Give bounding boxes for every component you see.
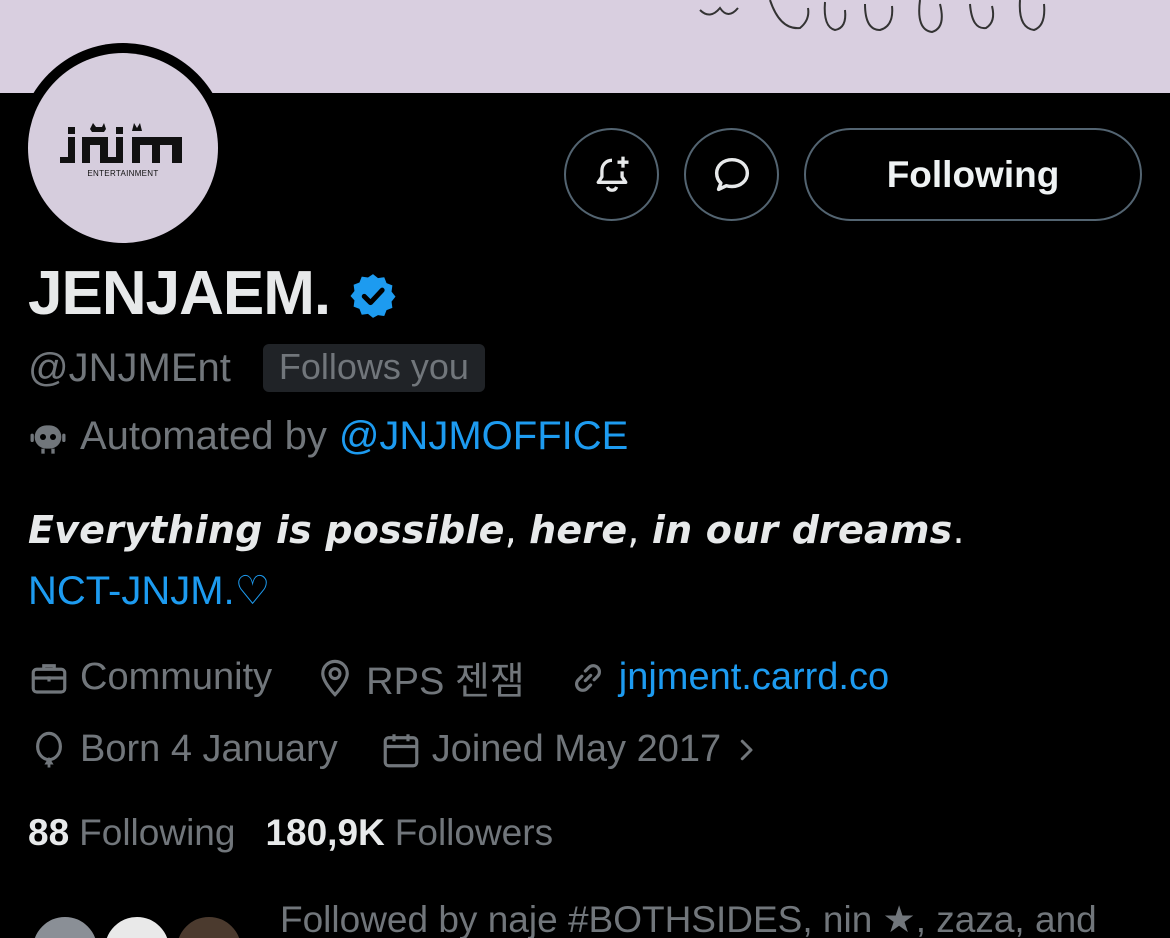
following-count: 88 xyxy=(28,812,70,853)
avatar-ring: ENTERTAINMENT xyxy=(18,43,228,253)
robot-icon xyxy=(30,424,66,454)
location-pin-icon xyxy=(321,659,349,697)
verified-badge-icon[interactable] xyxy=(348,271,398,321)
website-link[interactable]: jnjment.carrd.co xyxy=(619,656,889,699)
briefcase-icon xyxy=(31,663,67,694)
chevron-right-icon xyxy=(740,739,753,760)
joined-label: Joined May 2017 xyxy=(431,728,722,770)
message-button[interactable] xyxy=(684,128,779,221)
message-icon xyxy=(714,157,749,191)
bio-part-3: in our dreams xyxy=(651,508,953,552)
automated-prefix: Automated by xyxy=(80,414,327,458)
bell-plus-icon xyxy=(596,156,628,192)
handle: @JNJMEnt xyxy=(28,345,231,390)
bio-text: Everything is possible, here, in our dre… xyxy=(28,508,965,552)
followers-label: Followers xyxy=(394,812,554,853)
followed-by-text: Followed by naje #BOTHSIDES, nin ★, zaza… xyxy=(280,899,1097,938)
bio-link[interactable]: NCT-JNJM.♡ xyxy=(28,568,271,614)
avatar[interactable]: ENTERTAINMENT xyxy=(28,53,218,243)
location-item: RPS 젠잼 xyxy=(314,650,525,705)
mutual-avatar xyxy=(30,914,100,938)
automated-label-row: Automated by @JNJMOFFICE xyxy=(28,414,628,459)
category-item: Community xyxy=(28,656,272,699)
follow-stats: 88 Following 180,9K Followers xyxy=(28,812,583,854)
following-label: Following xyxy=(79,812,236,853)
banner-sketch-illustration xyxy=(699,0,1046,34)
bio-sep-3: . xyxy=(952,508,965,552)
location-label: RPS 젠잼 xyxy=(366,661,525,703)
following-stat[interactable]: 88 Following xyxy=(28,812,235,854)
followers-stat[interactable]: 180,9K Followers xyxy=(265,812,553,854)
joined-item[interactable]: Joined May 2017 xyxy=(380,728,771,771)
automated-by-link[interactable]: @JNJMOFFICE xyxy=(339,414,628,459)
mutual-avatar xyxy=(174,914,244,938)
balloon-icon xyxy=(36,731,62,767)
followed-by-row[interactable]: Followed by naje #BOTHSIDES, nin ★, zaza… xyxy=(30,892,1170,938)
link-icon xyxy=(574,663,601,692)
profile-meta-row-1: Community RPS 젠잼 jnjment.carrd.co xyxy=(28,650,931,705)
calendar-icon xyxy=(383,733,419,767)
followers-count: 180,9K xyxy=(265,812,385,853)
mutual-avatar xyxy=(102,914,172,938)
profile-meta-row-2: Born 4 January Joined May 2017 xyxy=(28,728,813,771)
website-item[interactable]: jnjment.carrd.co xyxy=(567,656,889,699)
bio-sep-1: , xyxy=(504,508,530,552)
category-label: Community xyxy=(80,656,273,698)
follows-you-badge: Follows you xyxy=(262,344,485,392)
birthday-item: Born 4 January xyxy=(28,728,338,771)
notify-button[interactable] xyxy=(564,128,659,221)
name-row: JENJAEM. xyxy=(28,258,398,329)
avatar-caption: ENTERTAINMENT xyxy=(87,169,159,178)
bio-part-1: Everything is possible xyxy=(28,508,505,552)
handle-row: @JNJMEnt Follows you xyxy=(28,344,485,392)
bio-sep-2: , xyxy=(627,508,652,552)
birthday-label: Born 4 January xyxy=(80,728,338,770)
bio-part-2: here xyxy=(529,508,628,552)
following-button[interactable]: Following xyxy=(804,128,1142,221)
display-name: JENJAEM. xyxy=(28,259,331,328)
